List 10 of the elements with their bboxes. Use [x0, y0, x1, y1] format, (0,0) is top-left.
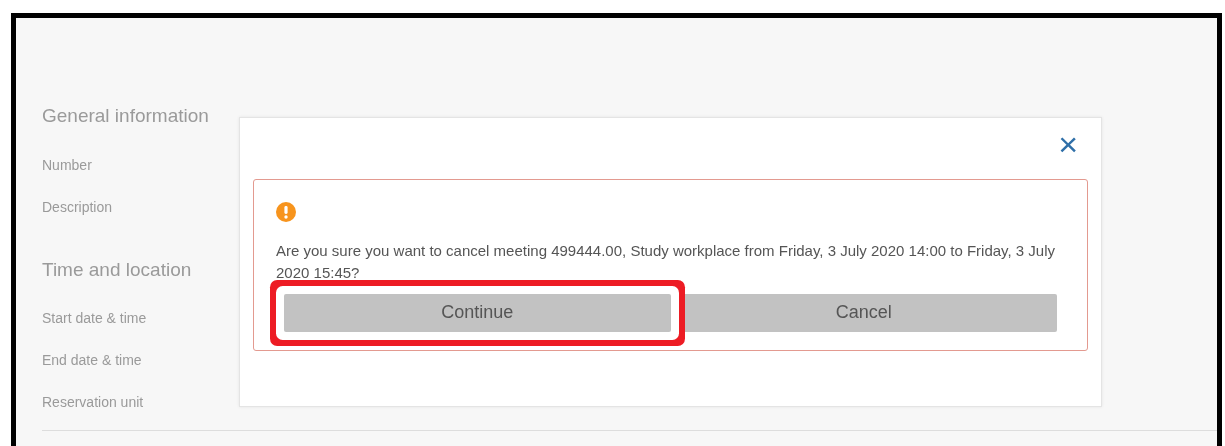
field-label: End date & time — [42, 351, 142, 370]
close-button[interactable]: × — [1054, 130, 1082, 158]
warning-icon — [276, 202, 296, 222]
section-title: Time and location — [42, 257, 192, 282]
section-title: General information — [42, 104, 209, 128]
field-label: Reservation unit — [42, 393, 144, 412]
field-label: Description — [42, 197, 113, 217]
field-label: Start date & time — [42, 309, 147, 328]
alert-message: Are you sure you want to cancel meeting 499444.00, Study workplace from Friday, 3 July 2020 14:00 to Friday, 3 July 2020 15:45? — [276, 241, 1057, 283]
field-label: Number — [42, 155, 92, 175]
